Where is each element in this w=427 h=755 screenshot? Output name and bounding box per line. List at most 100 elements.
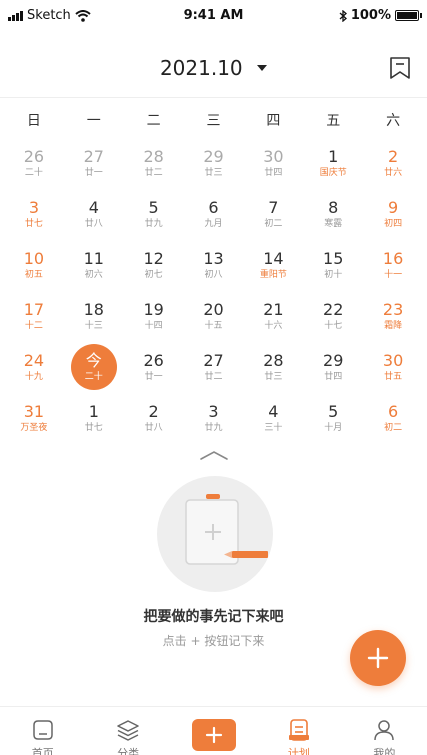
home-icon — [32, 720, 53, 740]
tab-home[interactable]: 首页 — [0, 707, 85, 755]
day-lunar: 廿四 — [324, 372, 343, 382]
day-number: 24 — [23, 351, 45, 370]
weekday-sat: 六 — [386, 113, 401, 129]
day-number: 30 — [263, 147, 284, 166]
day-lunar: 廿二 — [144, 168, 163, 178]
calendar-day[interactable]: 3 廿九 — [184, 397, 244, 448]
calendar-day[interactable]: 18 十三 — [64, 295, 124, 346]
calendar-day[interactable]: 4 廿八 — [64, 193, 124, 244]
day-number: 5 — [328, 402, 339, 421]
weekday-sun: 日 — [26, 113, 41, 129]
day-number: 29 — [323, 351, 344, 370]
calendar-day[interactable]: 27 廿二 — [184, 346, 244, 397]
calendar-day[interactable]: 2 廿八 — [124, 397, 184, 448]
day-lunar: 十六 — [264, 321, 283, 331]
calendar-grid: 26 二十 27 廿一 28 廿二 29 廿三 30 廿四 1 国庆节 2 廿六 3 廿七 4廿… — [0, 142, 427, 448]
calendar-day[interactable]: 14 重阳节 — [243, 244, 303, 295]
calendar-day[interactable]: 16 十一 — [363, 244, 423, 295]
calendar-day[interactable]: 19 十四 — [124, 295, 184, 346]
calendar-day[interactable]: 22 十七 — [303, 295, 363, 346]
calendar-day[interactable]: 10 初五 — [4, 244, 64, 295]
calendar-day[interactable]: 4 三十 — [243, 397, 303, 448]
bookmark-icon[interactable] — [389, 56, 411, 80]
day-number: 4 — [88, 198, 99, 217]
calendar-day[interactable]: 7 初二 — [243, 193, 303, 244]
add-task-button[interactable] — [350, 630, 406, 686]
day-lunar: 廿七 — [84, 423, 103, 433]
day-lunar: 廿一 — [144, 372, 163, 382]
tab-add[interactable] — [171, 707, 256, 755]
day-lunar: 二十 — [84, 372, 103, 382]
calendar-day[interactable]: 26 二十 — [4, 142, 64, 193]
calendar-day[interactable]: 27 廿一 — [64, 142, 124, 193]
tab-plan[interactable]: 计划 — [256, 707, 341, 755]
calendar-week: 17 十二 18 十三 19 十四 20 十五 21 十六 22 十七 23 霜降 — [4, 295, 423, 346]
calendar-day[interactable]: 31 万圣夜 — [4, 397, 64, 448]
month-label: 2021.10 — [159, 55, 243, 80]
calendar-day[interactable]: 13 初八 — [184, 244, 244, 295]
day-number: 27 — [83, 147, 104, 166]
day-number: 17 — [23, 300, 45, 319]
day-number: 28 — [143, 147, 164, 166]
tab-category[interactable]: 分类 — [85, 707, 170, 755]
calendar-day[interactable]: 30 廿五 — [363, 346, 423, 397]
calendar-day[interactable]: 5 十月 — [303, 397, 363, 448]
calendar-day[interactable]: 9 初四 — [363, 193, 423, 244]
day-lunar: 廿一 — [84, 168, 103, 178]
day-holiday: 重阳节 — [259, 270, 287, 280]
calendar-day[interactable]: 12 初七 — [124, 244, 184, 295]
day-number: 1 — [88, 402, 99, 421]
day-number: 3 — [208, 402, 219, 421]
day-lunar: 初七 — [144, 270, 163, 280]
calendar-day[interactable]: 2 廿六 — [363, 142, 423, 193]
calendar-day[interactable]: 6 初二 — [363, 397, 423, 448]
calendar-day[interactable]: 26 廿一 — [124, 346, 184, 397]
tab-bar: 首页 分类 计划 我的 — [0, 706, 427, 755]
calendar-day[interactable]: 6 九月 — [184, 193, 244, 244]
weekday-fri: 五 — [326, 113, 341, 129]
plan-icon — [288, 719, 309, 741]
calendar-day[interactable]: 11 初六 — [64, 244, 124, 295]
calendar-day[interactable]: 28 廿三 — [243, 346, 303, 397]
calendar-day[interactable]: 21 十六 — [243, 295, 303, 346]
day-number: 26 — [23, 147, 45, 166]
calendar-day[interactable]: 1 国庆节 — [303, 142, 363, 193]
calendar-day-today[interactable]: 今二十 — [64, 344, 124, 397]
battery-icon — [395, 10, 422, 21]
tab-label: 计划 — [287, 747, 310, 755]
calendar-week: 10 初五 11 初六 12 初七 13 初八 14 重阳节 15 初十 16 十一 — [4, 244, 423, 295]
calendar-day[interactable]: 29 廿四 — [303, 346, 363, 397]
calendar-day[interactable]: 15 初十 — [303, 244, 363, 295]
day-number: 23 — [382, 300, 404, 319]
day-lunar: 十月 — [324, 423, 343, 433]
collapse-handle[interactable] — [0, 446, 427, 464]
day-number: 2 — [148, 402, 159, 421]
calendar-day[interactable]: 29 廿三 — [184, 142, 244, 193]
calendar-day[interactable]: 30 廿四 — [243, 142, 303, 193]
day-number: 29 — [203, 147, 224, 166]
day-number: 31 — [23, 402, 45, 421]
calendar-day[interactable]: 20 十五 — [184, 295, 244, 346]
calendar-day[interactable]: 1 廿七 — [64, 397, 124, 448]
calendar-day[interactable]: 17 十二 — [4, 295, 64, 346]
day-lunar: 初十 — [324, 270, 343, 280]
day-lunar: 九月 — [204, 219, 223, 229]
day-lunar: 三十 — [264, 423, 283, 433]
calendar-day[interactable]: 8 寒露 — [303, 193, 363, 244]
center-add-button[interactable] — [191, 719, 236, 751]
month-picker[interactable]: 2021.10 — [0, 54, 427, 80]
calendar-day[interactable]: 24 十九 — [4, 346, 64, 397]
day-number: 6 — [208, 198, 219, 217]
day-lunar: 十五 — [204, 321, 223, 331]
day-number: 14 — [263, 249, 284, 268]
day-lunar: 廿九 — [144, 219, 163, 229]
calendar-day[interactable]: 28 廿二 — [124, 142, 184, 193]
calendar-day[interactable]: 5 廿九 — [124, 193, 184, 244]
day-lunar: 廿八 — [144, 423, 163, 433]
day-number: 22 — [323, 300, 344, 319]
day-number: 19 — [143, 300, 164, 319]
tab-profile[interactable]: 我的 — [342, 707, 427, 755]
calendar-day[interactable]: 23 霜降 — [363, 295, 423, 346]
calendar-day[interactable]: 3 廿七 — [4, 193, 64, 244]
calendar-week: 26 二十 27 廿一 28 廿二 29 廿三 30 廿四 1 国庆节 2 廿六 — [4, 142, 423, 193]
